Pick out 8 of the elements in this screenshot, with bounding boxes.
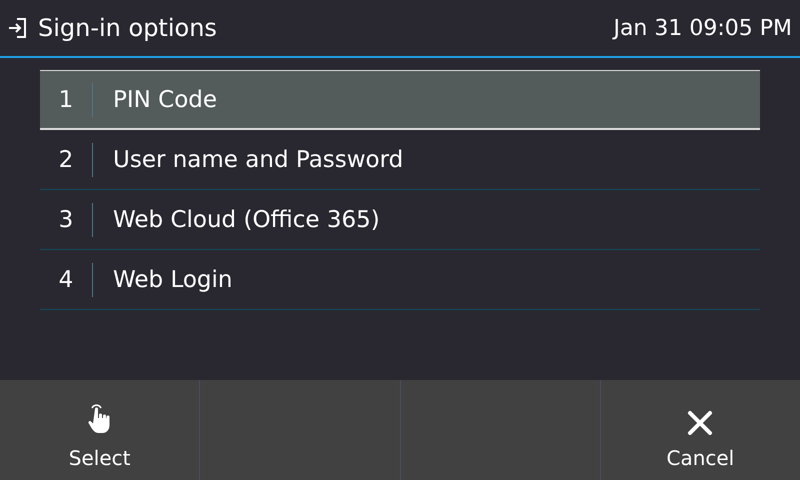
date-time: Jan 31 09:05 PM [613,16,792,40]
sign-in-icon [8,17,28,39]
option-item[interactable]: 4 Web Login [40,250,760,310]
screen-title: Sign-in options [38,14,218,42]
option-item[interactable]: 3 Web Cloud (Office 365) [40,190,760,250]
option-item[interactable]: 1 PIN Code [40,70,760,130]
close-icon [687,410,714,436]
option-item[interactable]: 2 User name and Password [40,130,760,190]
